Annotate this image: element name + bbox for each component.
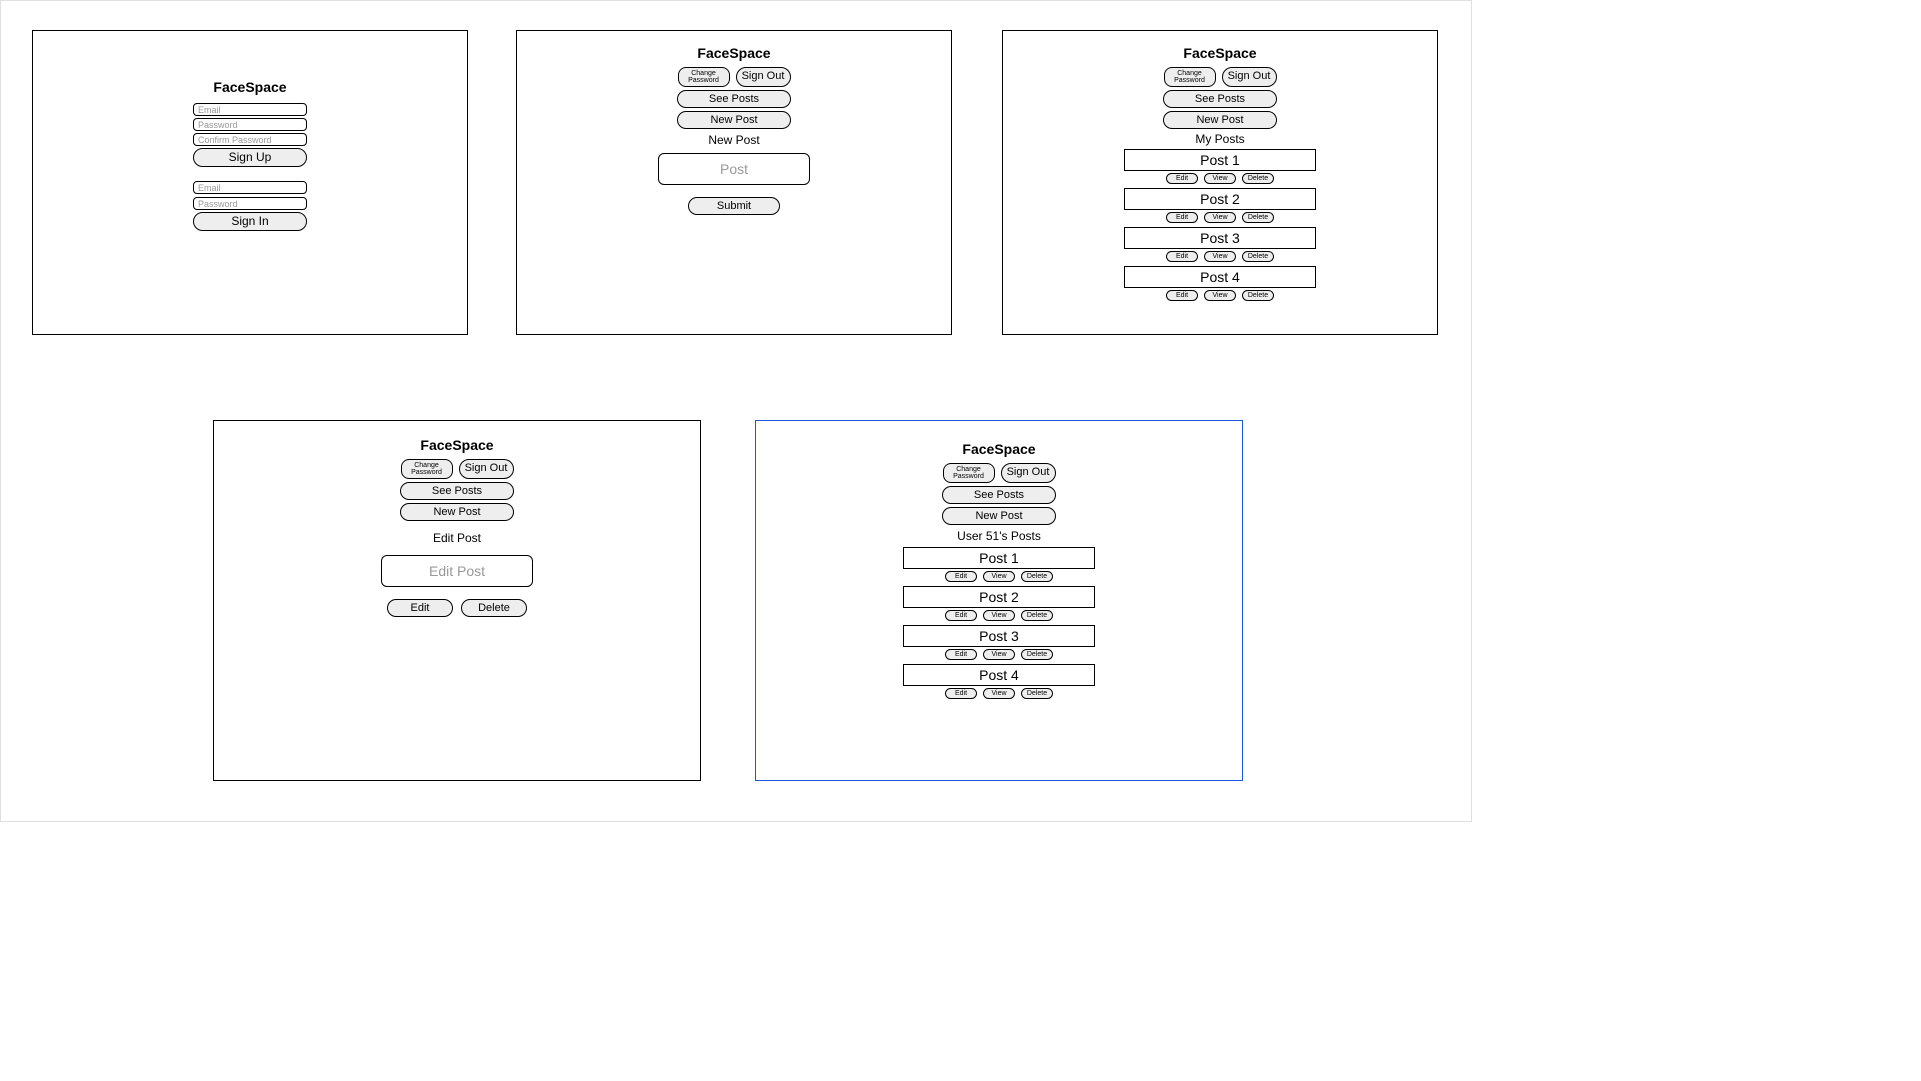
post-delete-button[interactable]: Delete	[1021, 649, 1053, 660]
post-edit-button[interactable]: Edit	[1166, 290, 1198, 301]
post-card: Post 3	[903, 625, 1095, 647]
post-card: Post 1	[903, 547, 1095, 569]
post-delete-button[interactable]: Delete	[1021, 610, 1053, 621]
post-card: Post 2	[903, 586, 1095, 608]
signin-email-input[interactable]: Email	[193, 181, 307, 194]
new-post-nav-button[interactable]: New Post	[400, 503, 514, 521]
my-posts-heading: My Posts	[1195, 132, 1244, 146]
wireframe-new-post: FaceSpace Change Password Sign Out See P…	[516, 30, 952, 335]
user-posts-heading: User 51's Posts	[957, 529, 1041, 543]
signout-button[interactable]: Sign Out	[736, 67, 791, 87]
app-title: FaceSpace	[420, 437, 493, 453]
post-card: Post 4	[903, 664, 1095, 686]
wireframe-edit-post: FaceSpace Change Password Sign Out See P…	[213, 420, 701, 781]
post-view-button[interactable]: View	[983, 571, 1015, 582]
post-view-button[interactable]: View	[1204, 212, 1236, 223]
signin-password-input[interactable]: Password	[193, 197, 307, 210]
signout-button[interactable]: Sign Out	[459, 459, 514, 479]
post-view-button[interactable]: View	[1204, 173, 1236, 184]
new-post-nav-button[interactable]: New Post	[942, 507, 1056, 525]
edit-post-heading: Edit Post	[433, 531, 481, 545]
post-card: Post 1	[1124, 149, 1316, 171]
post-view-button[interactable]: View	[983, 688, 1015, 699]
new-post-nav-button[interactable]: New Post	[1163, 111, 1277, 129]
post-card: Post 4	[1124, 266, 1316, 288]
edit-button[interactable]: Edit	[387, 599, 453, 617]
post-delete-button[interactable]: Delete	[1021, 688, 1053, 699]
change-password-button[interactable]: Change Password	[401, 459, 453, 479]
app-title: FaceSpace	[697, 45, 770, 61]
post-delete-button[interactable]: Delete	[1242, 212, 1274, 223]
wireframe-auth: FaceSpace Email Password Confirm Passwor…	[32, 30, 468, 335]
post-delete-button[interactable]: Delete	[1021, 571, 1053, 582]
post-edit-button[interactable]: Edit	[945, 649, 977, 660]
post-edit-button[interactable]: Edit	[945, 688, 977, 699]
post-view-button[interactable]: View	[1204, 251, 1236, 262]
post-edit-button[interactable]: Edit	[1166, 251, 1198, 262]
app-title: FaceSpace	[962, 441, 1035, 457]
change-password-button[interactable]: Change Password	[678, 67, 730, 87]
post-delete-button[interactable]: Delete	[1242, 173, 1274, 184]
post-edit-button[interactable]: Edit	[945, 571, 977, 582]
see-posts-button[interactable]: See Posts	[677, 90, 791, 108]
change-password-button[interactable]: Change Password	[943, 463, 995, 483]
signout-button[interactable]: Sign Out	[1001, 463, 1056, 483]
post-edit-button[interactable]: Edit	[1166, 173, 1198, 184]
post-edit-button[interactable]: Edit	[945, 610, 977, 621]
signup-email-input[interactable]: Email	[193, 103, 307, 116]
signin-button[interactable]: Sign In	[193, 212, 307, 231]
submit-post-button[interactable]: Submit	[688, 197, 780, 215]
app-title: FaceSpace	[213, 79, 286, 95]
see-posts-button[interactable]: See Posts	[400, 482, 514, 500]
post-view-button[interactable]: View	[1204, 290, 1236, 301]
signup-confirm-password-input[interactable]: Confirm Password	[193, 133, 307, 146]
wireframe-my-posts: FaceSpace Change Password Sign Out See P…	[1002, 30, 1438, 335]
see-posts-button[interactable]: See Posts	[942, 486, 1056, 504]
post-card: Post 3	[1124, 227, 1316, 249]
new-post-textarea[interactable]: Post	[658, 153, 810, 185]
see-posts-button[interactable]: See Posts	[1163, 90, 1277, 108]
app-title: FaceSpace	[1183, 45, 1256, 61]
wireframe-user-posts[interactable]: FaceSpace Change Password Sign Out See P…	[755, 420, 1243, 781]
new-post-heading: New Post	[708, 133, 759, 147]
edit-post-textarea[interactable]: Edit Post	[381, 555, 533, 587]
signup-password-input[interactable]: Password	[193, 118, 307, 131]
post-delete-button[interactable]: Delete	[1242, 290, 1274, 301]
new-post-nav-button[interactable]: New Post	[677, 111, 791, 129]
delete-button[interactable]: Delete	[461, 599, 527, 617]
signup-button[interactable]: Sign Up	[193, 148, 307, 167]
post-delete-button[interactable]: Delete	[1242, 251, 1274, 262]
signout-button[interactable]: Sign Out	[1222, 67, 1277, 87]
post-edit-button[interactable]: Edit	[1166, 212, 1198, 223]
change-password-button[interactable]: Change Password	[1164, 67, 1216, 87]
post-view-button[interactable]: View	[983, 649, 1015, 660]
post-view-button[interactable]: View	[983, 610, 1015, 621]
post-card: Post 2	[1124, 188, 1316, 210]
